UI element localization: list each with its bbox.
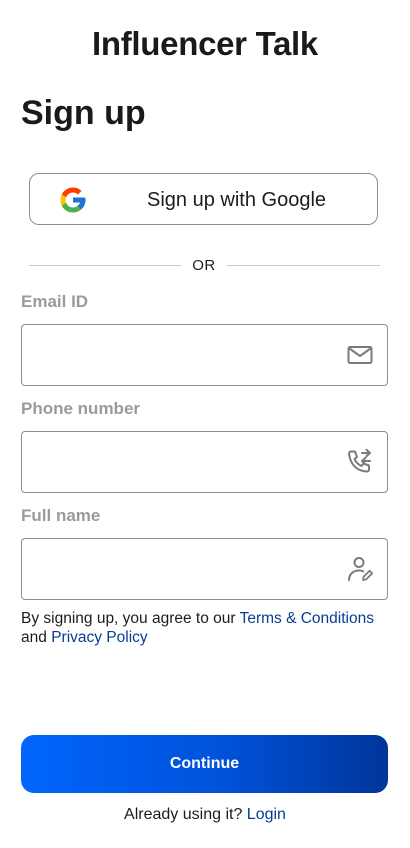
page-heading: Sign up: [21, 94, 146, 132]
phone-field[interactable]: [34, 432, 338, 494]
or-divider: OR: [29, 255, 380, 275]
terms-link[interactable]: Terms & Conditions: [240, 610, 374, 627]
phone-field-box[interactable]: [21, 431, 388, 494]
divider-line-left: [29, 265, 181, 266]
mail-icon: [347, 346, 373, 364]
phone-forward-icon: [348, 448, 371, 473]
login-prompt: Already using it? Login: [0, 806, 410, 824]
phone-label: Phone number: [21, 399, 141, 418]
app-title: Influencer Talk: [92, 25, 318, 62]
google-signup-button[interactable]: Sign up with Google: [29, 173, 378, 225]
or-text: OR: [192, 257, 216, 274]
divider-line-right: [227, 265, 380, 266]
email-field-box[interactable]: [21, 324, 388, 387]
login-prompt-text: Already using it?: [124, 806, 243, 823]
continue-button[interactable]: Continue: [21, 735, 388, 793]
email-field[interactable]: [34, 325, 338, 387]
user-edit-icon: [348, 557, 374, 581]
google-signup-label: Sign up with Google: [147, 189, 327, 211]
email-label: Email ID: [21, 292, 89, 311]
agreement-text: By signing up, you agree to our Terms & …: [21, 609, 396, 647]
google-icon: [60, 187, 86, 213]
full-name-field-box[interactable]: [21, 538, 388, 601]
login-link[interactable]: Login: [247, 806, 286, 823]
full-name-field[interactable]: [34, 539, 338, 601]
full-name-label: Full name: [21, 506, 101, 525]
privacy-policy-link[interactable]: Privacy Policy: [51, 629, 147, 646]
agreement-prefix: By signing up, you agree to our: [21, 610, 236, 627]
agreement-conjunction: and: [21, 629, 47, 646]
